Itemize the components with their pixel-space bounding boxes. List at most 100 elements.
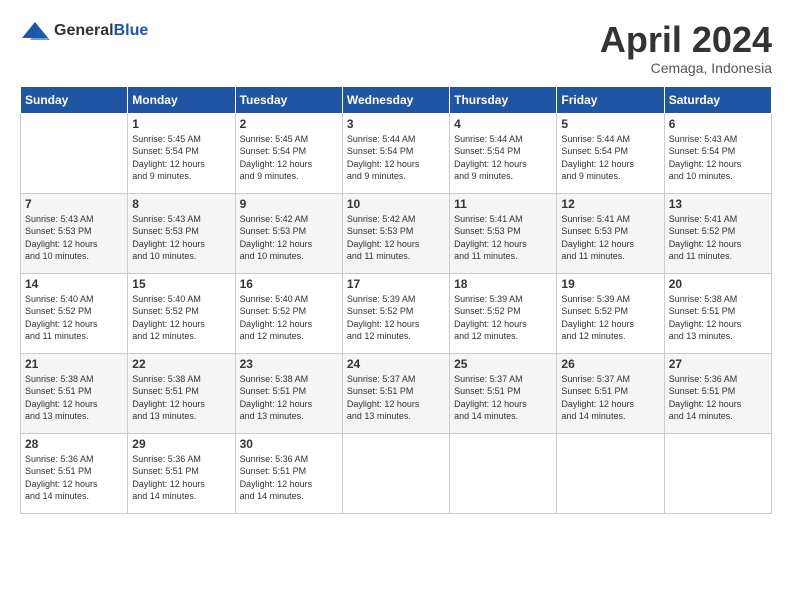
- logo-blue: Blue: [114, 22, 149, 39]
- day-number: 30: [240, 437, 338, 451]
- calendar-cell: 26 Sunrise: 5:37 AM Sunset: 5:51 PM Dayli…: [557, 353, 664, 433]
- calendar-cell: 20 Sunrise: 5:38 AM Sunset: 5:51 PM Dayli…: [664, 273, 771, 353]
- week-row-1: 1 Sunrise: 5:45 AM Sunset: 5:54 PM Daylig…: [21, 113, 772, 193]
- day-number: 8: [132, 197, 230, 211]
- calendar-cell: 24 Sunrise: 5:37 AM Sunset: 5:51 PM Dayli…: [342, 353, 449, 433]
- day-info: Sunrise: 5:37 AM Sunset: 5:51 PM Dayligh…: [561, 373, 659, 423]
- weekday-header-monday: Monday: [128, 86, 235, 113]
- day-info: Sunrise: 5:45 AM Sunset: 5:54 PM Dayligh…: [240, 133, 338, 183]
- calendar-cell: 22 Sunrise: 5:38 AM Sunset: 5:51 PM Dayli…: [128, 353, 235, 433]
- day-number: 18: [454, 277, 552, 291]
- day-number: 16: [240, 277, 338, 291]
- week-row-2: 7 Sunrise: 5:43 AM Sunset: 5:53 PM Daylig…: [21, 193, 772, 273]
- calendar-cell: 10 Sunrise: 5:42 AM Sunset: 5:53 PM Dayli…: [342, 193, 449, 273]
- day-info: Sunrise: 5:39 AM Sunset: 5:52 PM Dayligh…: [561, 293, 659, 343]
- day-info: Sunrise: 5:41 AM Sunset: 5:52 PM Dayligh…: [669, 213, 767, 263]
- day-info: Sunrise: 5:44 AM Sunset: 5:54 PM Dayligh…: [454, 133, 552, 183]
- calendar-cell: 15 Sunrise: 5:40 AM Sunset: 5:52 PM Dayli…: [128, 273, 235, 353]
- day-number: 2: [240, 117, 338, 131]
- day-number: 7: [25, 197, 123, 211]
- calendar-cell: 11 Sunrise: 5:41 AM Sunset: 5:53 PM Dayli…: [450, 193, 557, 273]
- day-number: 23: [240, 357, 338, 371]
- weekday-header-saturday: Saturday: [664, 86, 771, 113]
- day-info: Sunrise: 5:44 AM Sunset: 5:54 PM Dayligh…: [561, 133, 659, 183]
- day-number: 11: [454, 197, 552, 211]
- day-info: Sunrise: 5:42 AM Sunset: 5:53 PM Dayligh…: [347, 213, 445, 263]
- day-info: Sunrise: 5:39 AM Sunset: 5:52 PM Dayligh…: [454, 293, 552, 343]
- day-info: Sunrise: 5:36 AM Sunset: 5:51 PM Dayligh…: [240, 453, 338, 503]
- day-number: 6: [669, 117, 767, 131]
- day-info: Sunrise: 5:38 AM Sunset: 5:51 PM Dayligh…: [240, 373, 338, 423]
- week-row-3: 14Sunrise: 5:40 AM Sunset: 5:52 PM Dayli…: [21, 273, 772, 353]
- calendar-cell: 23 Sunrise: 5:38 AM Sunset: 5:51 PM Dayli…: [235, 353, 342, 433]
- calendar-cell: 13 Sunrise: 5:41 AM Sunset: 5:52 PM Dayli…: [664, 193, 771, 273]
- weekday-header-tuesday: Tuesday: [235, 86, 342, 113]
- day-number: 9: [240, 197, 338, 211]
- day-info: Sunrise: 5:40 AM Sunset: 5:52 PM Dayligh…: [132, 293, 230, 343]
- calendar-cell: [21, 113, 128, 193]
- day-info: Sunrise: 5:36 AM Sunset: 5:51 PM Dayligh…: [132, 453, 230, 503]
- week-row-4: 21Sunrise: 5:38 AM Sunset: 5:51 PM Dayli…: [21, 353, 772, 433]
- day-info: Sunrise: 5:43 AM Sunset: 5:53 PM Dayligh…: [132, 213, 230, 263]
- weekday-header-row: SundayMondayTuesdayWednesdayThursdayFrid…: [21, 86, 772, 113]
- calendar-cell: 30 Sunrise: 5:36 AM Sunset: 5:51 PM Dayli…: [235, 433, 342, 513]
- day-number: 27: [669, 357, 767, 371]
- calendar-cell: 3 Sunrise: 5:44 AM Sunset: 5:54 PM Daylig…: [342, 113, 449, 193]
- calendar-cell: 25 Sunrise: 5:37 AM Sunset: 5:51 PM Dayli…: [450, 353, 557, 433]
- logo: GeneralBlue: [20, 20, 148, 42]
- calendar-cell: [342, 433, 449, 513]
- calendar-cell: [557, 433, 664, 513]
- day-number: 26: [561, 357, 659, 371]
- weekday-header-friday: Friday: [557, 86, 664, 113]
- calendar-cell: [664, 433, 771, 513]
- day-info: Sunrise: 5:43 AM Sunset: 5:54 PM Dayligh…: [669, 133, 767, 183]
- day-number: 10: [347, 197, 445, 211]
- day-number: 25: [454, 357, 552, 371]
- calendar-cell: 5 Sunrise: 5:44 AM Sunset: 5:54 PM Daylig…: [557, 113, 664, 193]
- day-info: Sunrise: 5:45 AM Sunset: 5:54 PM Dayligh…: [132, 133, 230, 183]
- day-info: Sunrise: 5:38 AM Sunset: 5:51 PM Dayligh…: [132, 373, 230, 423]
- day-info: Sunrise: 5:44 AM Sunset: 5:54 PM Dayligh…: [347, 133, 445, 183]
- day-number: 19: [561, 277, 659, 291]
- calendar-cell: 19 Sunrise: 5:39 AM Sunset: 5:52 PM Dayli…: [557, 273, 664, 353]
- day-info: Sunrise: 5:40 AM Sunset: 5:52 PM Dayligh…: [240, 293, 338, 343]
- day-info: Sunrise: 5:38 AM Sunset: 5:51 PM Dayligh…: [669, 293, 767, 343]
- day-number: 12: [561, 197, 659, 211]
- day-number: 20: [669, 277, 767, 291]
- day-info: Sunrise: 5:38 AM Sunset: 5:51 PM Dayligh…: [25, 373, 123, 423]
- weekday-header-thursday: Thursday: [450, 86, 557, 113]
- day-info: Sunrise: 5:37 AM Sunset: 5:51 PM Dayligh…: [454, 373, 552, 423]
- location: Cemaga, Indonesia: [600, 60, 772, 76]
- calendar-cell: 4 Sunrise: 5:44 AM Sunset: 5:54 PM Daylig…: [450, 113, 557, 193]
- day-number: 28: [25, 437, 123, 451]
- weekday-header-wednesday: Wednesday: [342, 86, 449, 113]
- day-number: 5: [561, 117, 659, 131]
- calendar-cell: 16 Sunrise: 5:40 AM Sunset: 5:52 PM Dayli…: [235, 273, 342, 353]
- day-number: 17: [347, 277, 445, 291]
- day-number: 22: [132, 357, 230, 371]
- calendar-cell: 6 Sunrise: 5:43 AM Sunset: 5:54 PM Daylig…: [664, 113, 771, 193]
- day-number: 15: [132, 277, 230, 291]
- week-row-5: 28 Sunrise: 5:36 AM Sunset: 5:51 PM Dayli…: [21, 433, 772, 513]
- day-number: 3: [347, 117, 445, 131]
- calendar-table: SundayMondayTuesdayWednesdayThursdayFrid…: [20, 86, 772, 514]
- calendar-cell: 12 Sunrise: 5:41 AM Sunset: 5:53 PM Dayli…: [557, 193, 664, 273]
- day-info: Sunrise: 5:37 AM Sunset: 5:51 PM Dayligh…: [347, 373, 445, 423]
- day-number: 24: [347, 357, 445, 371]
- day-number: 1: [132, 117, 230, 131]
- day-number: 4: [454, 117, 552, 131]
- day-info: Sunrise: 5:36 AM Sunset: 5:51 PM Dayligh…: [669, 373, 767, 423]
- title-area: April 2024 Cemaga, Indonesia: [600, 20, 772, 76]
- day-info: Sunrise: 5:41 AM Sunset: 5:53 PM Dayligh…: [561, 213, 659, 263]
- day-number: 29: [132, 437, 230, 451]
- day-info: Sunrise: 5:36 AM Sunset: 5:51 PM Dayligh…: [25, 453, 123, 503]
- day-info: Sunrise: 5:41 AM Sunset: 5:53 PM Dayligh…: [454, 213, 552, 263]
- day-number: 13: [669, 197, 767, 211]
- day-info: Sunrise: 5:42 AM Sunset: 5:53 PM Dayligh…: [240, 213, 338, 263]
- logo-icon: [20, 20, 50, 42]
- page-header: GeneralBlue April 2024 Cemaga, Indonesia: [20, 20, 772, 76]
- calendar-cell: 1 Sunrise: 5:45 AM Sunset: 5:54 PM Daylig…: [128, 113, 235, 193]
- day-info: Sunrise: 5:43 AM Sunset: 5:53 PM Dayligh…: [25, 213, 123, 263]
- calendar-cell: 2 Sunrise: 5:45 AM Sunset: 5:54 PM Daylig…: [235, 113, 342, 193]
- calendar-cell: 7 Sunrise: 5:43 AM Sunset: 5:53 PM Daylig…: [21, 193, 128, 273]
